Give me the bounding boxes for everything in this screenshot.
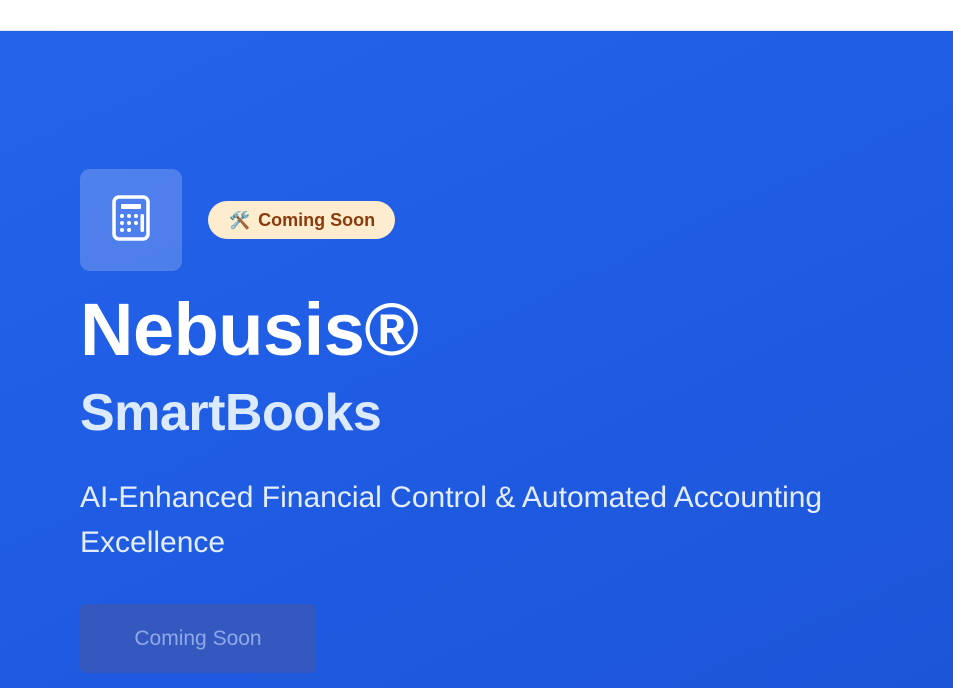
status-badge-label: Coming Soon	[258, 209, 376, 230]
hammer-and-wrench-icon: 🛠️	[229, 210, 251, 230]
top-bar	[0, 0, 953, 31]
calculator-icon	[111, 194, 151, 247]
brand-title: Nebusis®	[80, 288, 419, 371]
coming-soon-button[interactable]: Coming Soon	[80, 604, 316, 673]
status-badge: 🛠️ Coming Soon	[208, 201, 396, 239]
tagline: AI-Enhanced Financial Control & Automate…	[80, 481, 823, 559]
hero-section: 🛠️ Coming Soon Nebusis® SmartBooks AI-En…	[0, 31, 953, 688]
product-title: SmartBooks	[80, 384, 382, 442]
calculator-icon-tile	[80, 169, 182, 271]
